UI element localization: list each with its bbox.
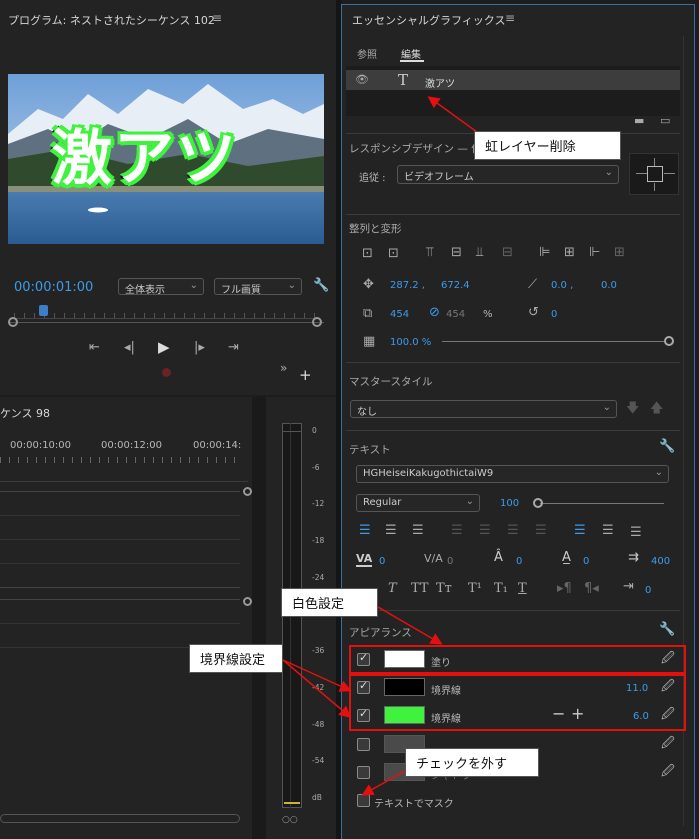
callout-uncheck: チェックを外す [405, 748, 539, 777]
callout-border-setting: 境界線設定 [189, 644, 283, 673]
annotation-arrows [282, 96, 489, 796]
callout-rainbow-delete: 虹レイヤー削除 [474, 131, 621, 160]
callout-white-setting: 白色設定 [281, 588, 378, 617]
